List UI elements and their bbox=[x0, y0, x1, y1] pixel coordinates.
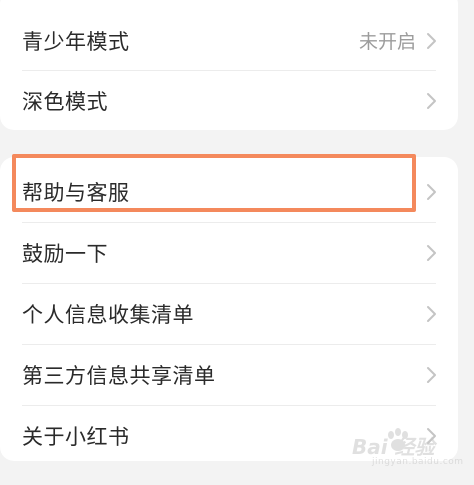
setting-label: 帮助与客服 bbox=[22, 180, 130, 205]
setting-row-teen-mode[interactable]: 青少年模式 未开启 bbox=[0, 10, 458, 71]
setting-value: 未开启 bbox=[358, 31, 416, 53]
chevron-right-icon bbox=[427, 32, 436, 49]
setting-label: 深色模式 bbox=[22, 89, 108, 114]
settings-group-general: 青少年模式 未开启 深色模式 bbox=[0, 0, 458, 130]
setting-label: 关于小红书 bbox=[22, 424, 130, 449]
setting-row-help-support[interactable]: 帮助与客服 bbox=[0, 161, 458, 222]
setting-label: 青少年模式 bbox=[22, 29, 130, 54]
chevron-right-icon bbox=[427, 366, 436, 383]
chevron-right-icon bbox=[427, 92, 436, 109]
chevron-right-icon bbox=[427, 305, 436, 322]
chevron-right-icon bbox=[427, 427, 436, 444]
setting-row-third-party-sharing-list[interactable]: 第三方信息共享清单 bbox=[0, 344, 458, 405]
setting-row-dark-mode[interactable]: 深色模式 bbox=[0, 70, 458, 131]
setting-row-encourage[interactable]: 鼓励一下 bbox=[0, 222, 458, 283]
setting-label: 鼓励一下 bbox=[22, 241, 108, 266]
chevron-right-icon bbox=[427, 244, 436, 261]
setting-label: 第三方信息共享清单 bbox=[22, 363, 216, 388]
setting-row-personal-info-list[interactable]: 个人信息收集清单 bbox=[0, 283, 458, 344]
settings-group-about: 帮助与客服 鼓励一下 个人信息收集清单 第三方信息共享清单 关于小红书 bbox=[0, 157, 458, 461]
chevron-right-icon bbox=[427, 183, 436, 200]
setting-label: 个人信息收集清单 bbox=[22, 302, 194, 327]
setting-row-about[interactable]: 关于小红书 bbox=[0, 405, 458, 466]
